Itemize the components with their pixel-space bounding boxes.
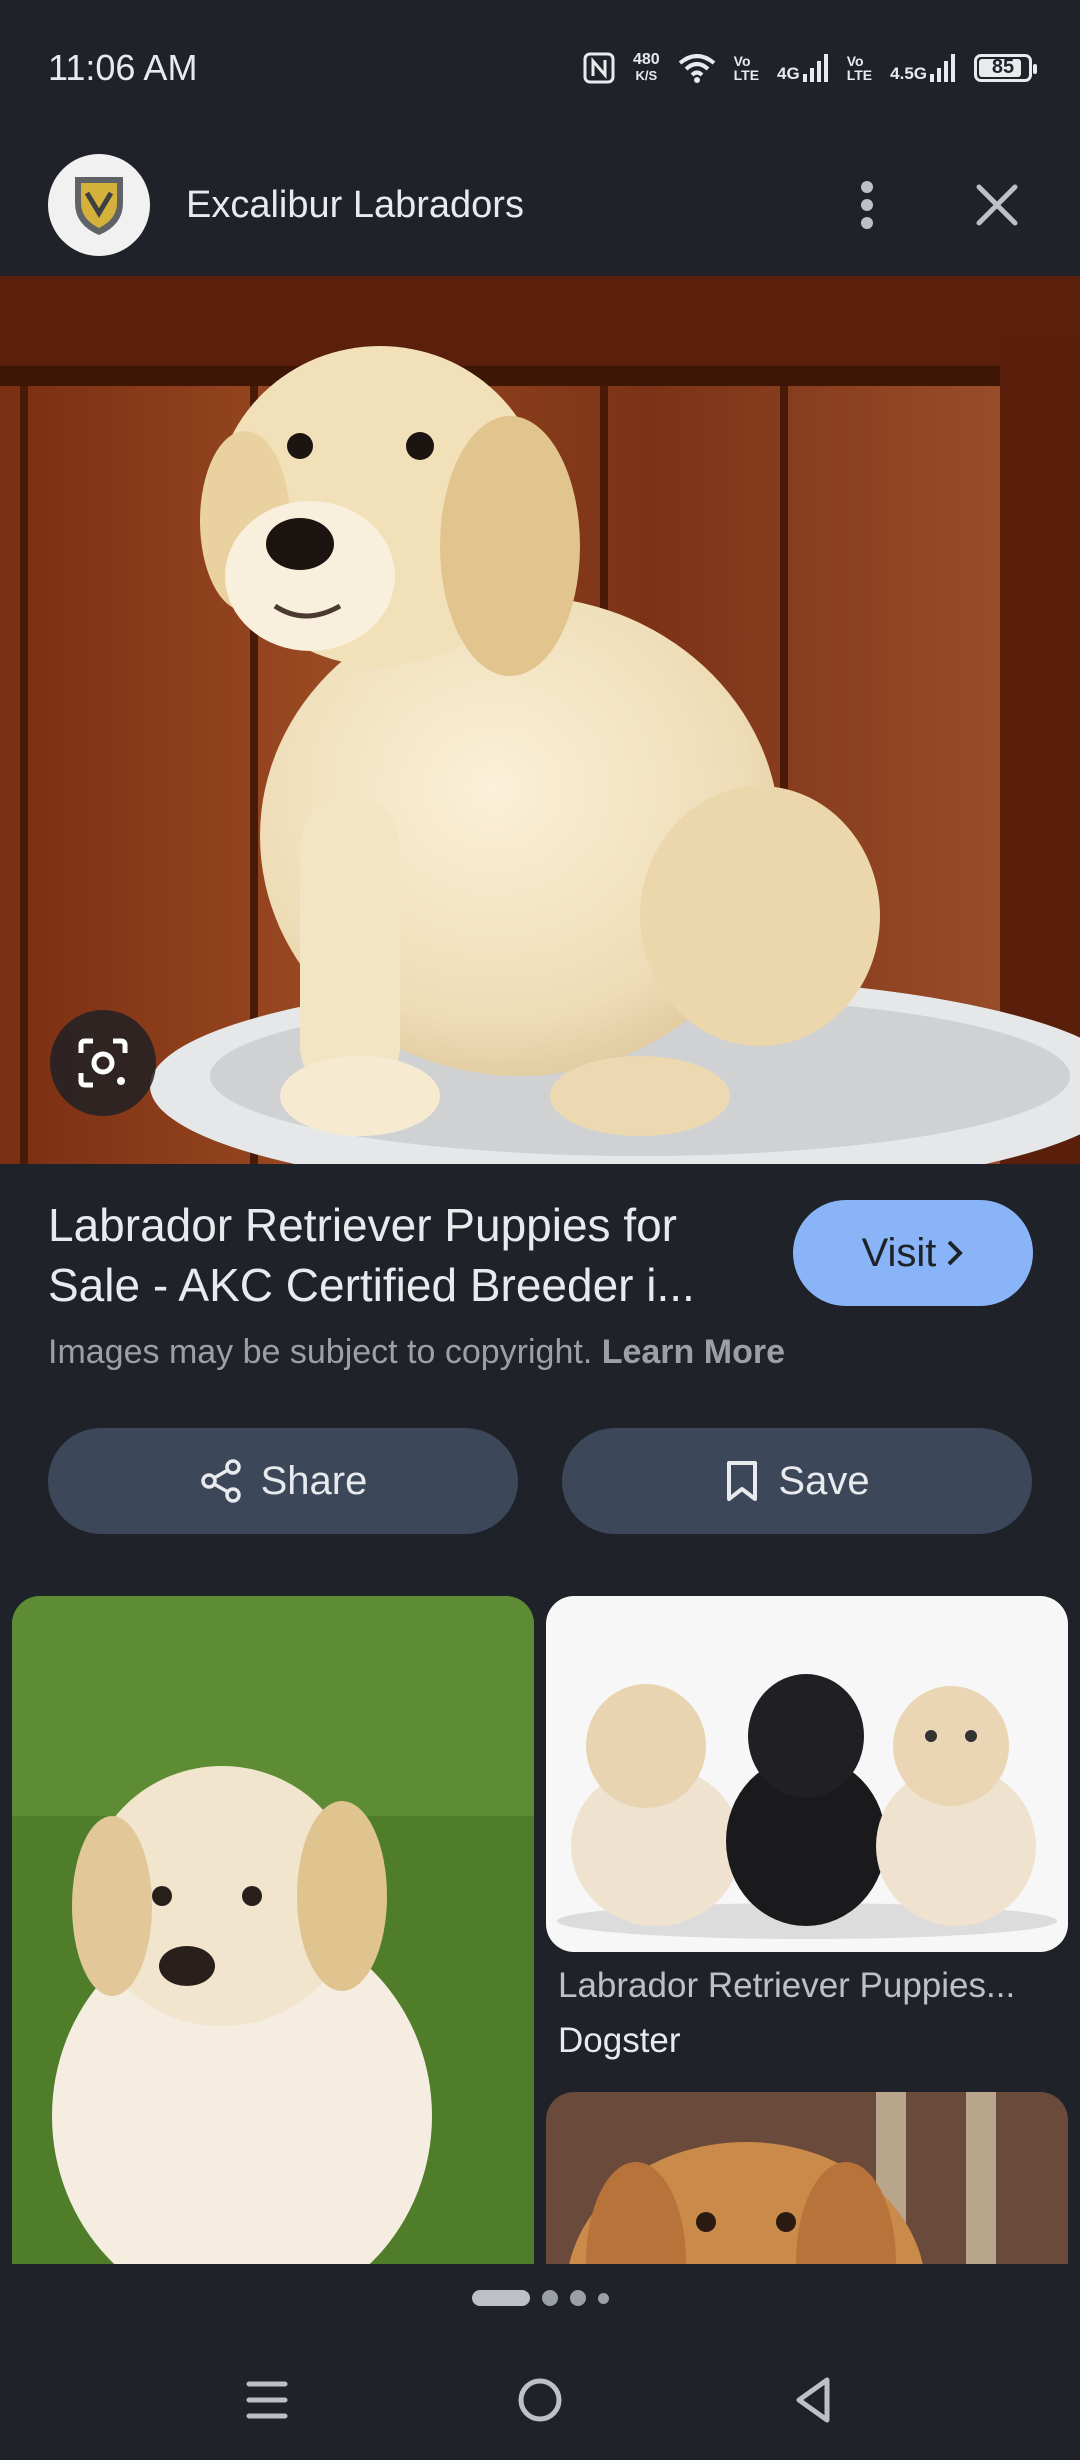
puppy-on-grass-photo [12,1596,534,2264]
related-image-card[interactable] [12,1596,534,2264]
learn-more-link[interactable]: Learn More [602,1333,785,1371]
back-triangle-icon [796,2377,830,2423]
lens-icon [78,1038,128,1088]
battery-level: 85 [991,56,1015,78]
save-button[interactable]: Save [562,1428,1032,1534]
related-images-grid: Labrador Retriever Puppies... Dogster [0,1596,1080,2264]
back-button[interactable] [773,2360,853,2440]
related-card-source[interactable]: Dogster [558,2021,681,2061]
brown-puppy-photo [546,2092,1068,2264]
net-speed: 480 K/S [632,50,660,84]
visit-button[interactable]: Visit [793,1200,1033,1306]
related-card-title[interactable]: Labrador Retriever Puppies... [558,1966,1058,2006]
signal-icon [802,53,828,82]
page-dot [541,2290,558,2306]
viewer-header: Excalibur Labradors [0,135,1080,275]
home-circle-icon [518,2378,562,2422]
close-button[interactable] [962,170,1032,240]
action-buttons: Share Save [48,1428,1032,1534]
result-info: Labrador Retriever Puppies for Sale - AK… [48,1195,1048,1372]
status-icons: 480 K/S Vo LTE 4G Vo LTE 4.5G 85 [583,50,1037,84]
wifi-icon [678,53,715,83]
net-speed-unit: K/S [635,67,658,83]
sim1-signal: 4G [777,53,829,83]
system-nav-bar [0,2340,1080,2460]
page-dot [597,2292,609,2304]
result-title[interactable]: Labrador Retriever Puppies for Sale - AK… [48,1195,768,1315]
status-bar: 11:06 AM 480 K/S Vo LTE 4G Vo LTE 4.5G 8… [0,0,1080,135]
net-speed-value: 480 [632,50,660,68]
copyright-notice: Images may be subject to copyright. Lear… [48,1333,1048,1372]
shield-logo-icon [75,177,123,235]
chevron-right-icon [948,1240,964,1266]
bookmark-icon [727,1461,758,1501]
sim2-volte: Vo LTE [846,52,873,83]
copyright-text: Images may be subject to copyright. [48,1333,593,1371]
recent-apps-button[interactable] [227,2360,307,2440]
visit-label: Visit [861,1230,937,1275]
three-puppies-photo [546,1596,1068,1952]
save-label: Save [778,1458,870,1503]
more-vert-icon [861,181,873,229]
home-button[interactable] [500,2360,580,2440]
more-options-button[interactable] [832,170,902,240]
lens-search-button[interactable] [50,1010,156,1116]
sim2-signal: 4.5G [890,53,956,83]
share-icon [200,1459,241,1503]
main-image-puppy[interactable] [0,276,1080,1164]
signal-icon [930,53,955,82]
site-favicon[interactable] [48,154,150,256]
sim2-type: 4.5G [890,63,927,83]
sim1-type: 4G [777,63,800,83]
menu-icon [246,2381,288,2419]
share-label: Share [260,1458,368,1503]
related-image-card[interactable] [546,1596,1068,1952]
page-dot-active [471,2290,530,2306]
nfc-icon [583,52,615,83]
site-name[interactable]: Excalibur Labradors [186,184,832,227]
status-time: 11:06 AM [48,46,198,88]
screen: 11:06 AM 480 K/S Vo LTE 4G Vo LTE 4.5G 8… [0,0,1080,2460]
sim1-volte: Vo LTE [733,52,760,83]
page-indicator [0,2290,1080,2306]
share-button[interactable]: Share [48,1428,518,1534]
page-dot [569,2290,586,2306]
battery-icon: 85 [974,53,1037,82]
close-icon [976,184,1018,226]
related-image-card[interactable] [546,2092,1068,2264]
puppy-photo [0,276,1080,1164]
